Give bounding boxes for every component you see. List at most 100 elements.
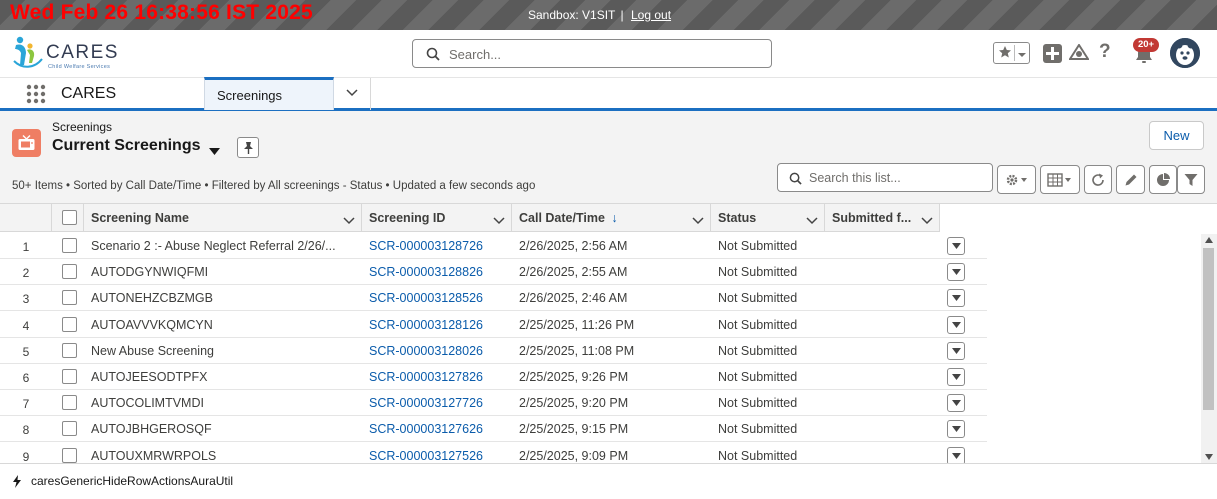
row-action-button[interactable] [947,368,965,386]
screening-id-link[interactable]: SCR-000003127726 [369,396,504,410]
row-number: 7 [22,397,30,412]
column-header-call-date[interactable]: Call Date/Time ↓ [512,204,711,232]
nav-more-button[interactable] [334,78,371,110]
column-label: Submitted f... [832,211,912,225]
list-search-box[interactable] [777,163,993,192]
column-header-screening-name[interactable]: Screening Name [84,204,362,232]
chevron-down-icon [952,269,961,276]
pin-button[interactable] [237,137,259,158]
screening-id-link[interactable]: SCR-000003127626 [369,422,504,436]
row-action-button[interactable] [947,289,965,308]
row-number: 6 [22,371,30,385]
list-view-table: Screening Name Screening ID Call Date/Ti… [0,203,1217,469]
chart-button[interactable] [1149,165,1177,194]
chevron-down-icon [952,321,961,328]
tab-screenings[interactable]: Screenings [204,77,334,110]
row-number-header [0,204,52,232]
waffle-icon [26,84,46,104]
status-cell: Not Submitted [718,448,798,463]
row-checkbox[interactable] [62,342,77,358]
chevron-down-icon[interactable] [343,213,355,228]
list-view-picker-caret[interactable] [209,143,220,158]
filter-icon [1184,173,1198,186]
screening-id-link[interactable]: SCR-000003128026 [369,344,504,358]
new-button[interactable]: New [1149,121,1204,150]
row-action-button[interactable] [947,420,965,439]
refresh-button[interactable] [1084,165,1112,194]
call-date-cell: 2/25/2025, 9:15 PM [519,422,629,437]
select-all-checkbox[interactable] [62,210,77,225]
scrollbar-thumb[interactable] [1203,248,1214,410]
screening-id-link[interactable]: SCR-000003128526 [369,291,504,305]
table-scrollbar[interactable] [1201,234,1217,464]
global-search-input[interactable] [447,44,757,64]
chevron-down-icon[interactable] [921,213,933,228]
row-checkbox[interactable] [62,316,77,332]
column-header-status[interactable]: Status [711,204,825,232]
chevron-down-icon[interactable] [692,213,704,228]
screening-id-link[interactable]: SCR-000003128826 [369,265,504,279]
column-label: Screening Name [91,211,189,225]
object-label: Screenings [52,120,113,134]
chevron-down-icon[interactable] [806,213,818,228]
row-checkbox[interactable] [62,238,77,253]
app-launcher-button[interactable] [26,84,46,107]
row-action-button[interactable] [947,446,965,465]
row-checkbox[interactable] [62,369,77,384]
cares-logo[interactable]: CARES Child Welfare Services [12,35,122,75]
row-number: 2 [22,266,30,281]
chevron-down-icon [952,374,961,380]
row-checkbox[interactable] [62,447,77,463]
row-checkbox[interactable] [62,290,77,306]
edit-list-button[interactable] [1116,165,1145,194]
row-checkbox[interactable] [62,395,77,411]
sandbox-banner: Wed Feb 26 16:38:56 IST 2025 Sandbox: V1… [0,0,1217,30]
gear-icon [1006,174,1027,185]
trailhead-button[interactable] [1068,43,1090,65]
row-action-button[interactable] [947,341,965,360]
logout-link[interactable]: Log out [631,8,671,22]
screening-name-cell: AUTONEHZCBZMGB [91,291,213,306]
app-name: CARES [61,85,117,102]
table-row: 6 AUTOJEESODTPFX SCR-000003127826 2/25/2025… [0,364,987,390]
global-search-box[interactable] [412,39,772,68]
row-action-button[interactable] [947,237,965,255]
screening-id-link[interactable]: SCR-000003128126 [369,318,504,332]
screening-name-cell: New Abuse Screening [91,343,214,358]
row-action-button[interactable] [947,263,965,282]
screening-object-icon [12,129,41,157]
help-button[interactable]: ? [1099,41,1111,63]
row-checkbox[interactable] [62,264,77,280]
row-checkbox[interactable] [62,421,77,437]
sandbox-info: Sandbox: V1SIT | Log out [528,8,671,22]
column-label: Call Date/Time ↓ [519,211,618,225]
table-row: 4 AUTOAVVVKQMCYN SCR-000003128126 2/25/2025… [0,311,987,338]
list-settings-button[interactable] [997,165,1036,194]
utility-item[interactable]: caresGenericHideRowActionsAuraUtil [31,474,233,488]
sandbox-label: Sandbox: V1SIT [528,8,616,22]
favorites-button[interactable] [993,42,1030,64]
status-cell: Not Submitted [718,317,798,332]
scroll-up-icon[interactable] [1205,237,1213,243]
list-search-input[interactable] [807,169,985,187]
chevron-down-icon[interactable] [493,213,505,228]
column-header-screening-id[interactable]: Screening ID [362,204,512,232]
list-view-title[interactable]: Current Screenings [52,137,200,155]
search-icon [426,47,440,64]
row-action-button[interactable] [947,315,965,334]
call-date-cell: 2/25/2025, 9:26 PM [519,370,629,384]
column-header-submitted[interactable]: Submitted f... [825,204,940,232]
table-row: 2 AUTODGYNWIQFMI SCR-000003128826 2/26/2025… [0,259,987,286]
screening-id-link[interactable]: SCR-000003127526 [369,449,504,463]
chevron-down-icon[interactable] [1017,48,1027,63]
screening-id-link[interactable]: SCR-000003128726 [369,239,504,253]
screening-id-link[interactable]: SCR-000003127826 [369,370,504,384]
filter-button[interactable] [1177,165,1205,194]
scroll-down-icon[interactable] [1205,454,1213,460]
user-avatar[interactable] [1170,38,1200,68]
status-cell: Not Submitted [718,291,798,306]
global-actions-button[interactable] [1043,44,1062,66]
status-cell: Not Submitted [718,396,798,411]
row-action-button[interactable] [947,394,965,413]
display-as-button[interactable] [1040,165,1080,194]
